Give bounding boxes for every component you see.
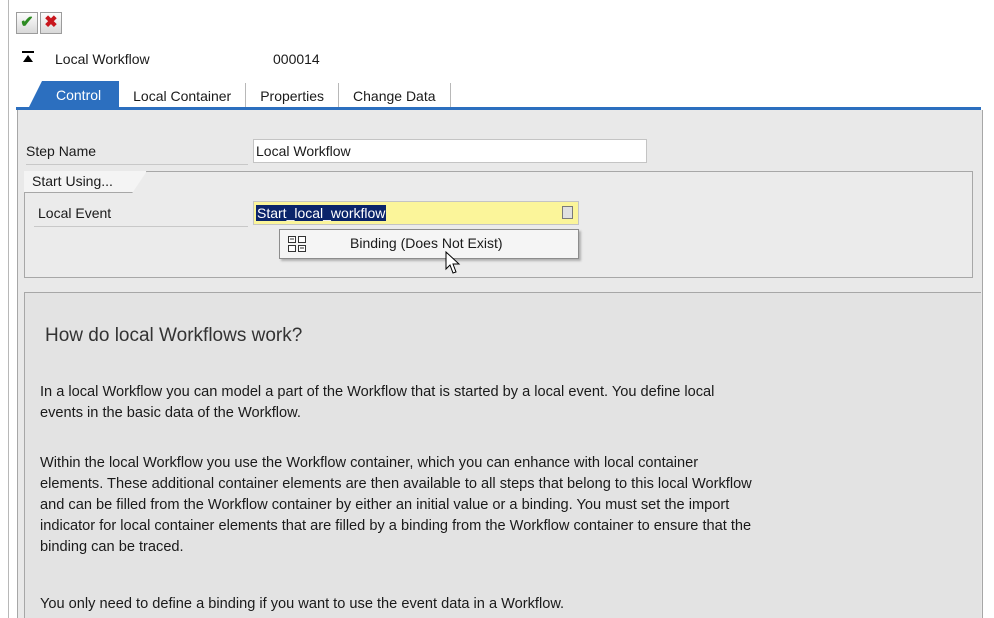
header-title: Local Workflow bbox=[55, 51, 150, 67]
step-name-input[interactable]: Local Workflow bbox=[253, 139, 647, 163]
tab-properties[interactable]: Properties bbox=[246, 83, 340, 109]
start-using-group-title: Start Using... bbox=[24, 171, 147, 193]
step-name-label: Step Name bbox=[26, 143, 97, 159]
tab-local-container[interactable]: Local Container bbox=[119, 83, 247, 109]
collapse-icon[interactable] bbox=[22, 51, 34, 63]
local-event-input[interactable]: Start_local_workflow bbox=[253, 201, 579, 225]
toolbar: ✔ ✖ bbox=[16, 12, 62, 34]
divider bbox=[34, 226, 248, 227]
help-text-line: You only need to define a binding if you… bbox=[40, 596, 565, 612]
divider bbox=[26, 164, 248, 165]
tab-control[interactable]: Control bbox=[28, 81, 120, 109]
help-text-line: and can be filled from the Workflow cont… bbox=[40, 497, 730, 513]
binding-menu-item[interactable]: Binding (Does Not Exist) bbox=[350, 235, 503, 251]
cancel-button[interactable]: ✖ bbox=[40, 12, 62, 34]
mouse-pointer-icon bbox=[445, 251, 461, 274]
value-help-icon[interactable] bbox=[562, 206, 573, 219]
tab-strip: Control Local Container Properties Chang… bbox=[28, 79, 451, 109]
tab-change-data[interactable]: Change Data bbox=[339, 83, 451, 109]
check-icon: ✔ bbox=[20, 14, 34, 31]
header-number: 000014 bbox=[273, 51, 320, 67]
help-paragraph: Within the local Workflow you use the Wo… bbox=[40, 453, 940, 558]
help-text-line: Within the local Workflow you use the Wo… bbox=[40, 455, 699, 471]
help-text-line: elements. These additional container ele… bbox=[40, 476, 752, 492]
help-text-line: binding can be traced. bbox=[40, 539, 184, 555]
context-menu: Binding (Does Not Exist) bbox=[279, 229, 579, 259]
help-paragraph: You only need to define a binding if you… bbox=[40, 594, 940, 615]
help-text-line: In a local Workflow you can model a part… bbox=[40, 384, 715, 400]
help-text-line: indicator for local container elements t… bbox=[40, 518, 752, 534]
binding-icon bbox=[288, 236, 306, 252]
confirm-button[interactable]: ✔ bbox=[16, 12, 38, 34]
cancel-icon: ✖ bbox=[44, 14, 58, 31]
help-text-line: events in the basic data of the Workflow… bbox=[40, 405, 301, 421]
help-title: How do local Workflows work? bbox=[45, 325, 303, 346]
help-paragraph: In a local Workflow you can model a part… bbox=[40, 382, 940, 424]
local-event-label: Local Event bbox=[38, 205, 112, 221]
local-event-value: Start_local_workflow bbox=[256, 205, 387, 221]
